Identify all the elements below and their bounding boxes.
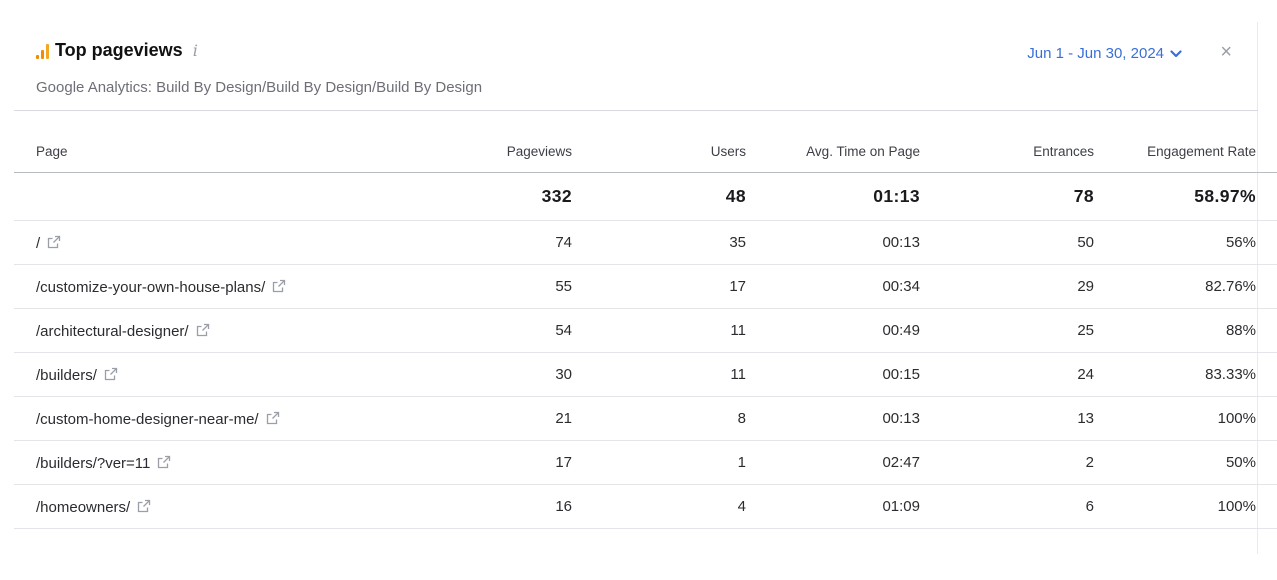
column-header-engagement-rate[interactable]: Engagement Rate <box>1094 130 1277 173</box>
column-header-page[interactable]: Page <box>14 130 456 173</box>
avg-time-cell: 00:49 <box>746 308 920 353</box>
page-cell: /custom-home-designer-near-me/ <box>14 396 456 441</box>
total-pageviews: 332 <box>456 172 572 221</box>
external-link-icon[interactable] <box>46 234 62 250</box>
entrances-cell: 50 <box>920 220 1094 265</box>
table-row: /customize-your-own-house-plans/ 55 17 0… <box>14 264 1277 309</box>
pageviews-cell: 21 <box>456 396 572 441</box>
page-cell: /homeowners/ <box>14 484 456 529</box>
engagement-rate-cell: 100% <box>1094 396 1277 441</box>
totals-label-cell <box>14 172 456 221</box>
avg-time-cell: 00:13 <box>746 396 920 441</box>
external-link-icon[interactable] <box>265 410 281 426</box>
table-row: /homeowners/ 16 4 01:09 6 100% <box>14 484 1277 529</box>
page-cell: /builders/ <box>14 352 456 397</box>
page-cell: /builders/?ver=11 <box>14 440 456 485</box>
external-link-icon[interactable] <box>136 498 152 514</box>
total-avg-time: 01:13 <box>746 172 920 221</box>
page-path-link[interactable]: /builders/ <box>36 367 97 384</box>
users-cell: 8 <box>572 396 746 441</box>
pageviews-cell: 16 <box>456 484 572 529</box>
page-path-link[interactable]: /homeowners/ <box>36 499 130 516</box>
date-range-label: Jun 1 - Jun 30, 2024 <box>1027 45 1164 62</box>
page-path-link[interactable]: /custom-home-designer-near-me/ <box>36 411 259 428</box>
entrances-cell: 13 <box>920 396 1094 441</box>
column-header-pageviews[interactable]: Pageviews <box>456 130 572 173</box>
external-link-icon[interactable] <box>103 366 119 382</box>
total-users: 48 <box>572 172 746 221</box>
pageviews-cell: 55 <box>456 264 572 309</box>
widget-title: Top pageviews <box>55 40 183 60</box>
column-header-users[interactable]: Users <box>572 130 746 173</box>
users-cell: 1 <box>572 440 746 485</box>
page-cell: /customize-your-own-house-plans/ <box>14 264 456 309</box>
bar-chart-icon <box>36 43 49 59</box>
engagement-rate-cell: 83.33% <box>1094 352 1277 397</box>
pageviews-cell: 17 <box>456 440 572 485</box>
external-link-icon[interactable] <box>195 322 211 338</box>
pageviews-table: Page Pageviews Users Avg. Time on Page E… <box>14 130 1277 529</box>
users-cell: 11 <box>572 352 746 397</box>
totals-row: 332 48 01:13 78 58.97% <box>14 172 1277 221</box>
external-link-icon[interactable] <box>156 454 172 470</box>
page-cell: /architectural-designer/ <box>14 308 456 353</box>
avg-time-cell: 01:09 <box>746 484 920 529</box>
table-header-row: Page Pageviews Users Avg. Time on Page E… <box>14 130 1277 173</box>
title-row: Top pageviews i <box>36 40 198 61</box>
entrances-cell: 2 <box>920 440 1094 485</box>
table-row: /builders/?ver=11 17 1 02:47 2 50% <box>14 440 1277 485</box>
engagement-rate-cell: 82.76% <box>1094 264 1277 309</box>
pageviews-cell: 74 <box>456 220 572 265</box>
data-source-subtitle: Google Analytics: Build By Design/Build … <box>36 79 483 96</box>
total-entrances: 78 <box>920 172 1094 221</box>
pageviews-cell: 30 <box>456 352 572 397</box>
avg-time-cell: 02:47 <box>746 440 920 485</box>
users-cell: 4 <box>572 484 746 529</box>
table-row: /custom-home-designer-near-me/ 21 8 00:1… <box>14 396 1277 441</box>
page-cell: / <box>14 220 456 265</box>
info-icon[interactable]: i <box>193 41 198 60</box>
page-path-link[interactable]: /builders/?ver=11 <box>36 455 150 472</box>
column-header-avg-time[interactable]: Avg. Time on Page <box>746 130 920 173</box>
entrances-cell: 24 <box>920 352 1094 397</box>
users-cell: 17 <box>572 264 746 309</box>
avg-time-cell: 00:15 <box>746 352 920 397</box>
engagement-rate-cell: 100% <box>1094 484 1277 529</box>
table-row: / 74 35 00:13 50 56% <box>14 220 1277 265</box>
engagement-rate-cell: 50% <box>1094 440 1277 485</box>
entrances-cell: 29 <box>920 264 1094 309</box>
page-path-link[interactable]: /customize-your-own-house-plans/ <box>36 279 265 296</box>
users-cell: 35 <box>572 220 746 265</box>
engagement-rate-cell: 56% <box>1094 220 1277 265</box>
widget-header: Top pageviews i Google Analytics: Build … <box>14 22 1258 111</box>
total-engagement-rate: 58.97% <box>1094 172 1277 221</box>
page-path-link[interactable]: / <box>36 235 40 252</box>
engagement-rate-cell: 88% <box>1094 308 1277 353</box>
table-row: /builders/ 30 11 00:15 24 83.33% <box>14 352 1277 397</box>
top-pageviews-widget: Top pageviews i Google Analytics: Build … <box>14 22 1277 554</box>
entrances-cell: 25 <box>920 308 1094 353</box>
entrances-cell: 6 <box>920 484 1094 529</box>
avg-time-cell: 00:13 <box>746 220 920 265</box>
users-cell: 11 <box>572 308 746 353</box>
column-header-entrances[interactable]: Entrances <box>920 130 1094 173</box>
avg-time-cell: 00:34 <box>746 264 920 309</box>
page-path-link[interactable]: /architectural-designer/ <box>36 323 189 340</box>
pageviews-cell: 54 <box>456 308 572 353</box>
chevron-down-icon <box>1170 49 1182 57</box>
external-link-icon[interactable] <box>271 278 287 294</box>
date-range-selector[interactable]: Jun 1 - Jun 30, 2024 <box>1027 45 1182 62</box>
table-row: /architectural-designer/ 54 11 00:49 25 … <box>14 308 1277 353</box>
close-icon[interactable]: × <box>1220 41 1232 64</box>
